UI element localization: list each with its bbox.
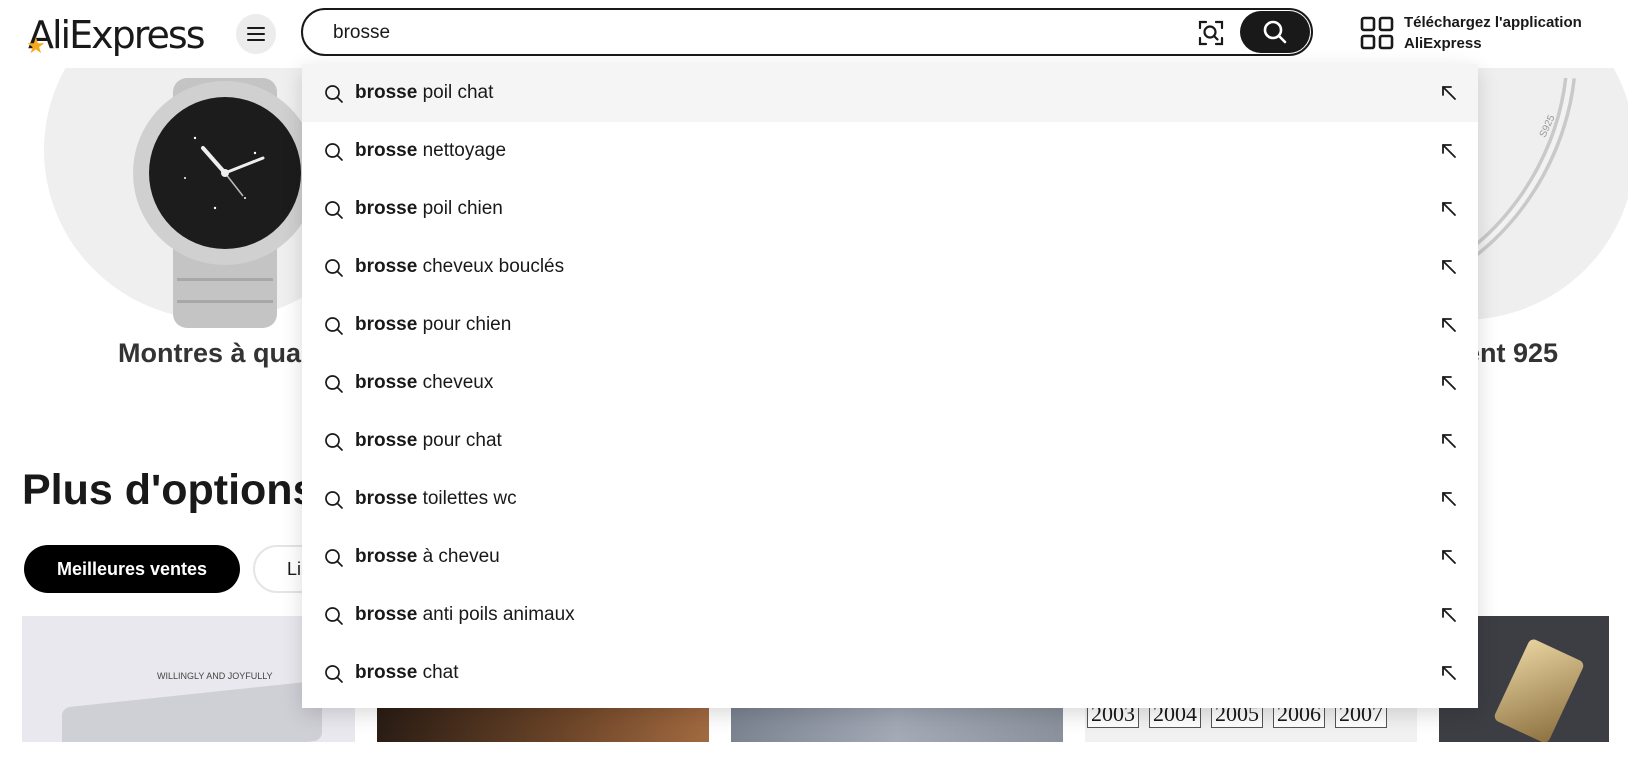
suggestion-item[interactable]: brosse à cheveu	[302, 528, 1478, 586]
suggestion-query: brosse	[355, 372, 418, 393]
arrow-up-left-icon[interactable]	[1440, 548, 1458, 566]
suggestion-item[interactable]: brosse poil chien	[302, 180, 1478, 238]
search-icon	[325, 549, 343, 567]
suggestion-text: brosse poil chat	[355, 82, 493, 104]
aliexpress-logo[interactable]: ★ AliExpress	[26, 10, 205, 60]
suggestion-completion: nettoyage	[417, 140, 507, 161]
suggestion-item[interactable]: brosse pour chat	[302, 412, 1478, 470]
hamburger-icon	[247, 27, 265, 41]
suggestion-query: brosse	[355, 488, 418, 509]
suggestion-query: brosse	[355, 662, 418, 683]
arrow-up-left-icon[interactable]	[1440, 84, 1458, 102]
suggestion-query: brosse	[355, 198, 418, 219]
search-icon	[325, 85, 343, 103]
suggestion-text: brosse pour chat	[355, 430, 502, 452]
arrow-up-left-icon[interactable]	[1440, 200, 1458, 218]
menu-button[interactable]	[236, 14, 276, 54]
suggestion-query: brosse	[355, 314, 418, 335]
suggestion-text: brosse nettoyage	[355, 140, 506, 162]
suggestion-text: brosse toilettes wc	[355, 488, 517, 510]
arrow-up-left-icon[interactable]	[1440, 316, 1458, 334]
app-download-link[interactable]: Téléchargez l'application AliExpress	[1360, 10, 1582, 56]
suggestion-query: brosse	[355, 82, 418, 103]
suggestion-text: brosse à cheveu	[355, 546, 500, 568]
category-label-watches[interactable]: Montres à quar	[118, 338, 312, 369]
search-icon	[325, 607, 343, 625]
search-suggestions-dropdown: brosse poil chat brosse nettoyage brosse…	[302, 64, 1478, 708]
search-input[interactable]	[333, 20, 1133, 46]
arrow-up-left-icon[interactable]	[1440, 606, 1458, 624]
image-search-icon[interactable]	[1196, 18, 1226, 48]
search-bar	[301, 8, 1313, 56]
search-icon	[325, 433, 343, 451]
suggestion-completion: cheveux	[417, 372, 494, 393]
suggestion-text: brosse poil chien	[355, 198, 503, 220]
app-download-line1: Téléchargez l'application	[1404, 14, 1582, 31]
suggestion-completion: toilettes wc	[417, 488, 517, 509]
watch-image	[133, 78, 317, 328]
search-icon	[325, 201, 343, 219]
suggestion-query: brosse	[355, 256, 418, 277]
suggestion-text: brosse anti poils animaux	[355, 604, 575, 626]
suggestion-completion: chat	[417, 662, 459, 683]
suggestion-item[interactable]: brosse anti poils animaux	[302, 586, 1478, 644]
suggestion-query: brosse	[355, 546, 418, 567]
arrow-up-left-icon[interactable]	[1440, 258, 1458, 276]
qr-code-icon	[1360, 16, 1394, 50]
suggestion-item[interactable]: brosse toilettes wc	[302, 470, 1478, 528]
tile-caption: WILLINGLY AND JOYFULLY	[157, 671, 273, 681]
search-icon	[325, 259, 343, 277]
arrow-up-left-icon[interactable]	[1440, 432, 1458, 450]
suggestion-item[interactable]: brosse cheveux	[302, 354, 1478, 412]
app-download-line2: AliExpress	[1404, 35, 1482, 52]
suggestion-completion: à cheveu	[417, 546, 500, 567]
suggestion-completion: poil chien	[417, 198, 503, 219]
suggestion-query: brosse	[355, 140, 418, 161]
suggestion-text: brosse cheveux	[355, 372, 493, 394]
filter-pill-best-sellers[interactable]: Meilleures ventes	[24, 545, 240, 593]
suggestion-completion: anti poils animaux	[417, 604, 575, 625]
suggestion-item[interactable]: brosse cheveux bouclés	[302, 238, 1478, 296]
suggestion-completion: pour chien	[417, 314, 512, 335]
suggestion-completion: pour chat	[417, 430, 502, 451]
header: ★ AliExpress Télé	[0, 0, 1628, 68]
suggestion-text: brosse cheveux bouclés	[355, 256, 564, 278]
arrow-up-left-icon[interactable]	[1440, 374, 1458, 392]
tile-product-shape	[62, 680, 322, 742]
logo-text: AliExpress	[28, 13, 205, 57]
filter-pill-other-label: Li	[287, 558, 302, 579]
arrow-up-left-icon[interactable]	[1440, 490, 1458, 508]
category-label-silver[interactable]: ent 925	[1465, 338, 1558, 369]
logo-star-icon: ★	[26, 34, 46, 59]
suggestion-query: brosse	[355, 430, 418, 451]
suggestion-query: brosse	[355, 604, 418, 625]
suggestion-item[interactable]: brosse nettoyage	[302, 122, 1478, 180]
section-title: Plus d'options	[22, 466, 317, 514]
suggestion-completion: poil chat	[417, 82, 494, 103]
suggestion-item[interactable]: brosse chat	[302, 644, 1478, 702]
search-icon	[325, 143, 343, 161]
arrow-up-left-icon[interactable]	[1440, 142, 1458, 160]
arrow-up-left-icon[interactable]	[1440, 664, 1458, 682]
suggestion-text: brosse chat	[355, 662, 459, 684]
search-icon	[325, 375, 343, 393]
suggestion-completion: cheveux bouclés	[417, 256, 565, 277]
search-button[interactable]	[1240, 11, 1310, 53]
search-icon	[325, 665, 343, 683]
suggestion-item[interactable]: brosse pour chien	[302, 296, 1478, 354]
suggestion-text: brosse pour chien	[355, 314, 511, 336]
search-icon	[1263, 20, 1287, 44]
tile-gold-item	[1492, 637, 1586, 742]
search-icon	[325, 317, 343, 335]
suggestion-item[interactable]: brosse poil chat	[302, 64, 1478, 122]
search-icon	[325, 491, 343, 509]
